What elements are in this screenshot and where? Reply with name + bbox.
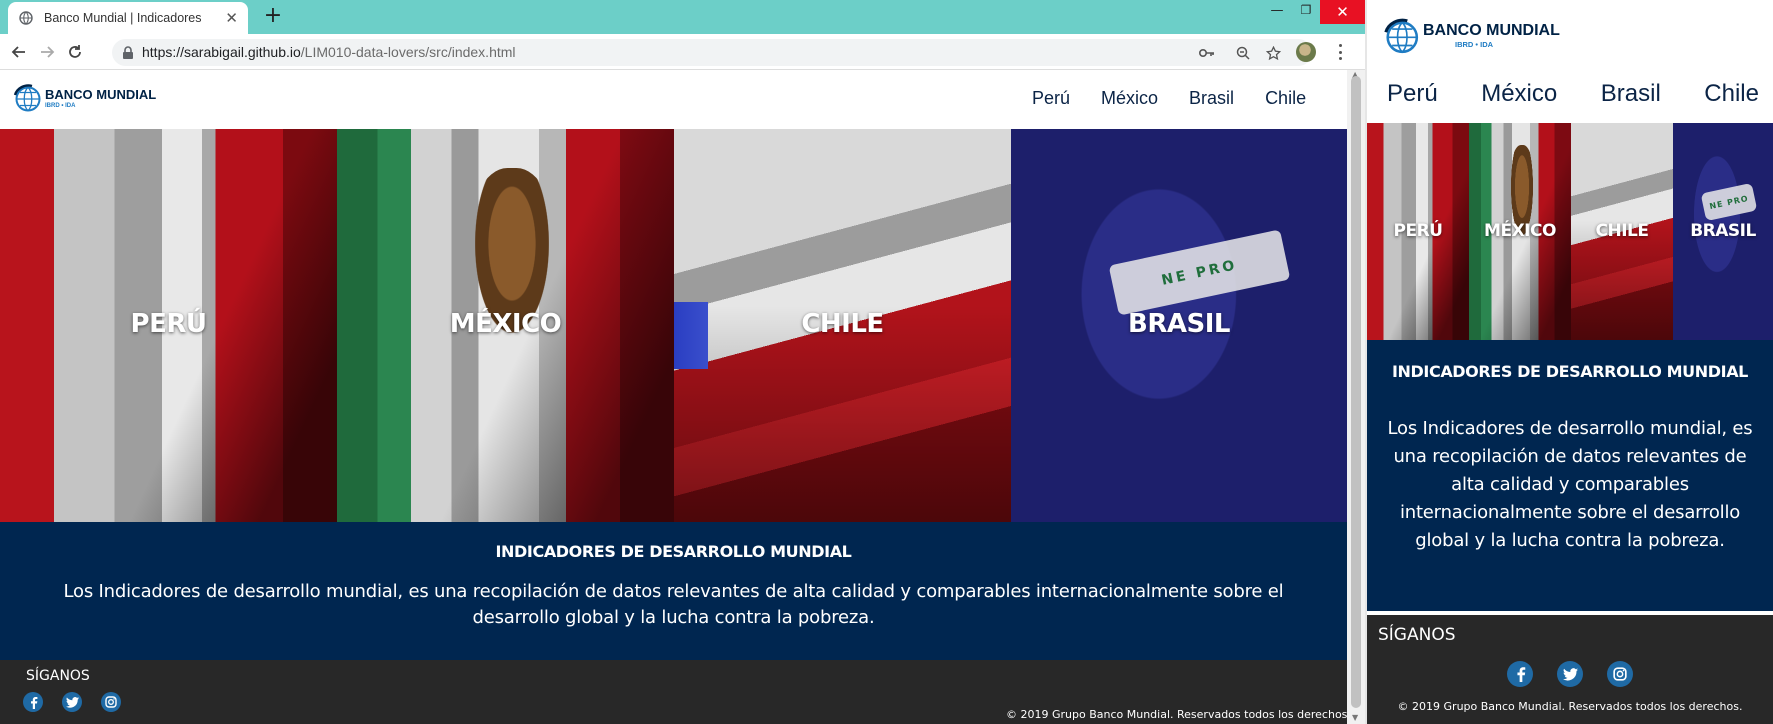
logo[interactable]: BANCO MUNDIAL IBRD • IDA [13,83,156,113]
mobile-flag-card-peru[interactable]: PERÚ [1367,123,1469,340]
info-section: INDICADORES DE DESARROLLO MUNDIAL Los In… [0,522,1347,660]
footer-follow-label: SÍGANOS [26,668,90,684]
flag-card-brasil[interactable]: NE PRO BRASIL [1011,129,1347,522]
mobile-logo-text: BANCO MUNDIAL IBRD • IDA [1423,23,1560,49]
url-host: https://sarabigail.github.io [142,44,301,60]
mobile-social-links [1507,661,1633,687]
mobile-flag-card-chile[interactable]: CHILE [1571,123,1673,340]
mobile-info-description: Los Indicadores de desarrollo mundial, e… [1387,418,1753,551]
page-viewport: BANCO MUNDIAL IBRD • IDA Perú México Bra… [0,70,1347,724]
flag-label-mexico: MÉXICO [449,309,562,339]
mobile-flag-label-mexico: MÉXICO [1484,221,1556,241]
mobile-flag-label-peru: PERÚ [1393,221,1443,241]
nav-link-mexico[interactable]: México [1101,88,1158,109]
info-description: Los Indicadores de desarrollo mundial, e… [63,581,1284,629]
browser-toolbar: https://sarabigail.github.io/LIM010-data… [0,34,1365,70]
instagram-icon[interactable] [101,692,121,712]
mobile-instagram-icon[interactable] [1607,661,1633,687]
logo-text: BANCO MUNDIAL IBRD • IDA [45,88,156,109]
mobile-info-section: INDICADORES DE DESARROLLO MUNDIAL Los In… [1367,340,1773,611]
flag-card-mexico[interactable]: MÉXICO [337,129,674,522]
site-header: BANCO MUNDIAL IBRD • IDA Perú México Bra… [0,70,1347,128]
mobile-nav-link-peru[interactable]: Perú [1387,80,1438,108]
mobile-brasil-motto-text: NE PRO [1708,193,1750,211]
social-links [23,692,121,712]
mobile-nav-link-chile[interactable]: Chile [1704,80,1759,108]
mobile-logo-brand: BANCO MUNDIAL [1423,22,1560,40]
forward-arrow-icon[interactable] [36,41,58,63]
url-text: https://sarabigail.github.io/LIM010-data… [142,44,516,60]
nav-link-peru[interactable]: Perú [1032,88,1070,109]
flag-label-chile: CHILE [801,309,884,339]
maximize-button[interactable]: ❐ [1291,0,1321,20]
mobile-flag-card-brasil[interactable]: NE PRO BRASIL [1673,123,1773,340]
mobile-flag-label-chile: CHILE [1595,221,1649,241]
mobile-nav-link-brasil[interactable]: Brasil [1601,80,1661,108]
browser-window: Banco Mundial | Indicadores ✕ + — ❐ ✕ ht… [0,0,1365,724]
nav-link-brasil[interactable]: Brasil [1189,88,1234,109]
mobile-info-title: INDICADORES DE DESARROLLO MUNDIAL [1392,362,1748,381]
key-icon[interactable] [1198,44,1216,62]
mobile-logo[interactable]: BANCO MUNDIAL IBRD • IDA [1383,17,1560,55]
logo-sub: IBRD • IDA [45,102,76,109]
twitter-icon[interactable] [62,692,82,712]
url-path: /LIM010-data-lovers/src/index.html [300,44,516,60]
logo-brand: BANCO MUNDIAL [45,86,157,102]
mobile-world-bank-globe-icon [1384,18,1419,54]
mobile-logo-sub: IBRD • IDA [1455,40,1494,50]
flag-label-peru: PERÚ [130,309,207,339]
world-bank-globe-icon [13,84,41,112]
site-footer: SÍGANOS © 2019 Grupo Banco Mundial. Rese… [0,660,1347,724]
footer-copyright: © 2019 Grupo Banco Mundial. Reservados t… [1006,708,1347,721]
tab-close-icon[interactable]: ✕ [225,10,238,26]
flag-label-brasil: BRASIL [1128,309,1230,339]
minimize-button[interactable]: — [1262,0,1292,20]
mobile-nav: Perú México Brasil Chile [1387,80,1759,108]
mobile-nav-link-mexico[interactable]: México [1481,80,1557,108]
menu-kebab-icon[interactable] [1334,42,1346,62]
lock-icon [122,45,136,59]
flag-card-chile[interactable]: CHILE [674,129,1011,522]
mobile-footer-follow-label: SÍGANOS [1378,625,1456,645]
mobile-preview: BANCO MUNDIAL IBRD • IDA Perú México Bra… [1365,0,1773,724]
mobile-footer-copyright: © 2019 Grupo Banco Mundial. Reservados t… [1397,700,1743,713]
reload-icon[interactable] [64,41,86,63]
address-bar[interactable]: https://sarabigail.github.io/LIM010-data… [112,39,1312,66]
profile-avatar[interactable] [1296,42,1316,62]
flag-card-peru[interactable]: PERÚ [0,129,337,522]
scroll-down-arrow-icon[interactable]: ▼ [1352,713,1358,722]
mobile-flag-label-brasil: BRASIL [1690,221,1756,241]
info-title: INDICADORES DE DESARROLLO MUNDIAL [495,542,852,561]
screen: Banco Mundial | Indicadores ✕ + — ❐ ✕ ht… [0,0,1773,724]
brasil-motto-band: NE PRO [1108,229,1290,316]
mobile-twitter-icon[interactable] [1557,661,1583,687]
mobile-flag-card-mexico[interactable]: MÉXICO [1469,123,1571,340]
close-window-button[interactable]: ✕ [1320,0,1365,24]
country-flags: PERÚ MÉXICO CHILE NE PRO BRASIL [0,129,1347,522]
tab-bar: Banco Mundial | Indicadores ✕ + — ❐ ✕ [0,0,1365,34]
tab-title: Banco Mundial | Indicadores [44,11,202,25]
bookmark-star-icon[interactable] [1264,44,1282,62]
mobile-country-flags: PERÚ MÉXICO CHILE NE PRO BRASIL [1367,123,1773,340]
page-scrollbar[interactable]: ▲ ▼ [1347,70,1365,724]
browser-tab[interactable]: Banco Mundial | Indicadores ✕ [8,2,248,34]
main-nav: Perú México Brasil Chile [1032,88,1306,109]
mobile-brasil-motto-band: NE PRO [1700,182,1758,222]
new-tab-button[interactable]: + [260,4,286,30]
zoom-icon[interactable] [1234,44,1252,62]
globe-icon [18,10,34,26]
facebook-icon[interactable] [23,692,43,712]
mobile-footer: SÍGANOS © 2019 Grupo Banco Mundial. Rese… [1367,615,1773,724]
scrollbar-thumb[interactable] [1351,76,1361,708]
back-arrow-icon[interactable] [8,41,30,63]
mobile-facebook-icon[interactable] [1507,661,1533,687]
brasil-motto-text: NE PRO [1159,256,1239,289]
nav-link-chile[interactable]: Chile [1265,88,1306,109]
